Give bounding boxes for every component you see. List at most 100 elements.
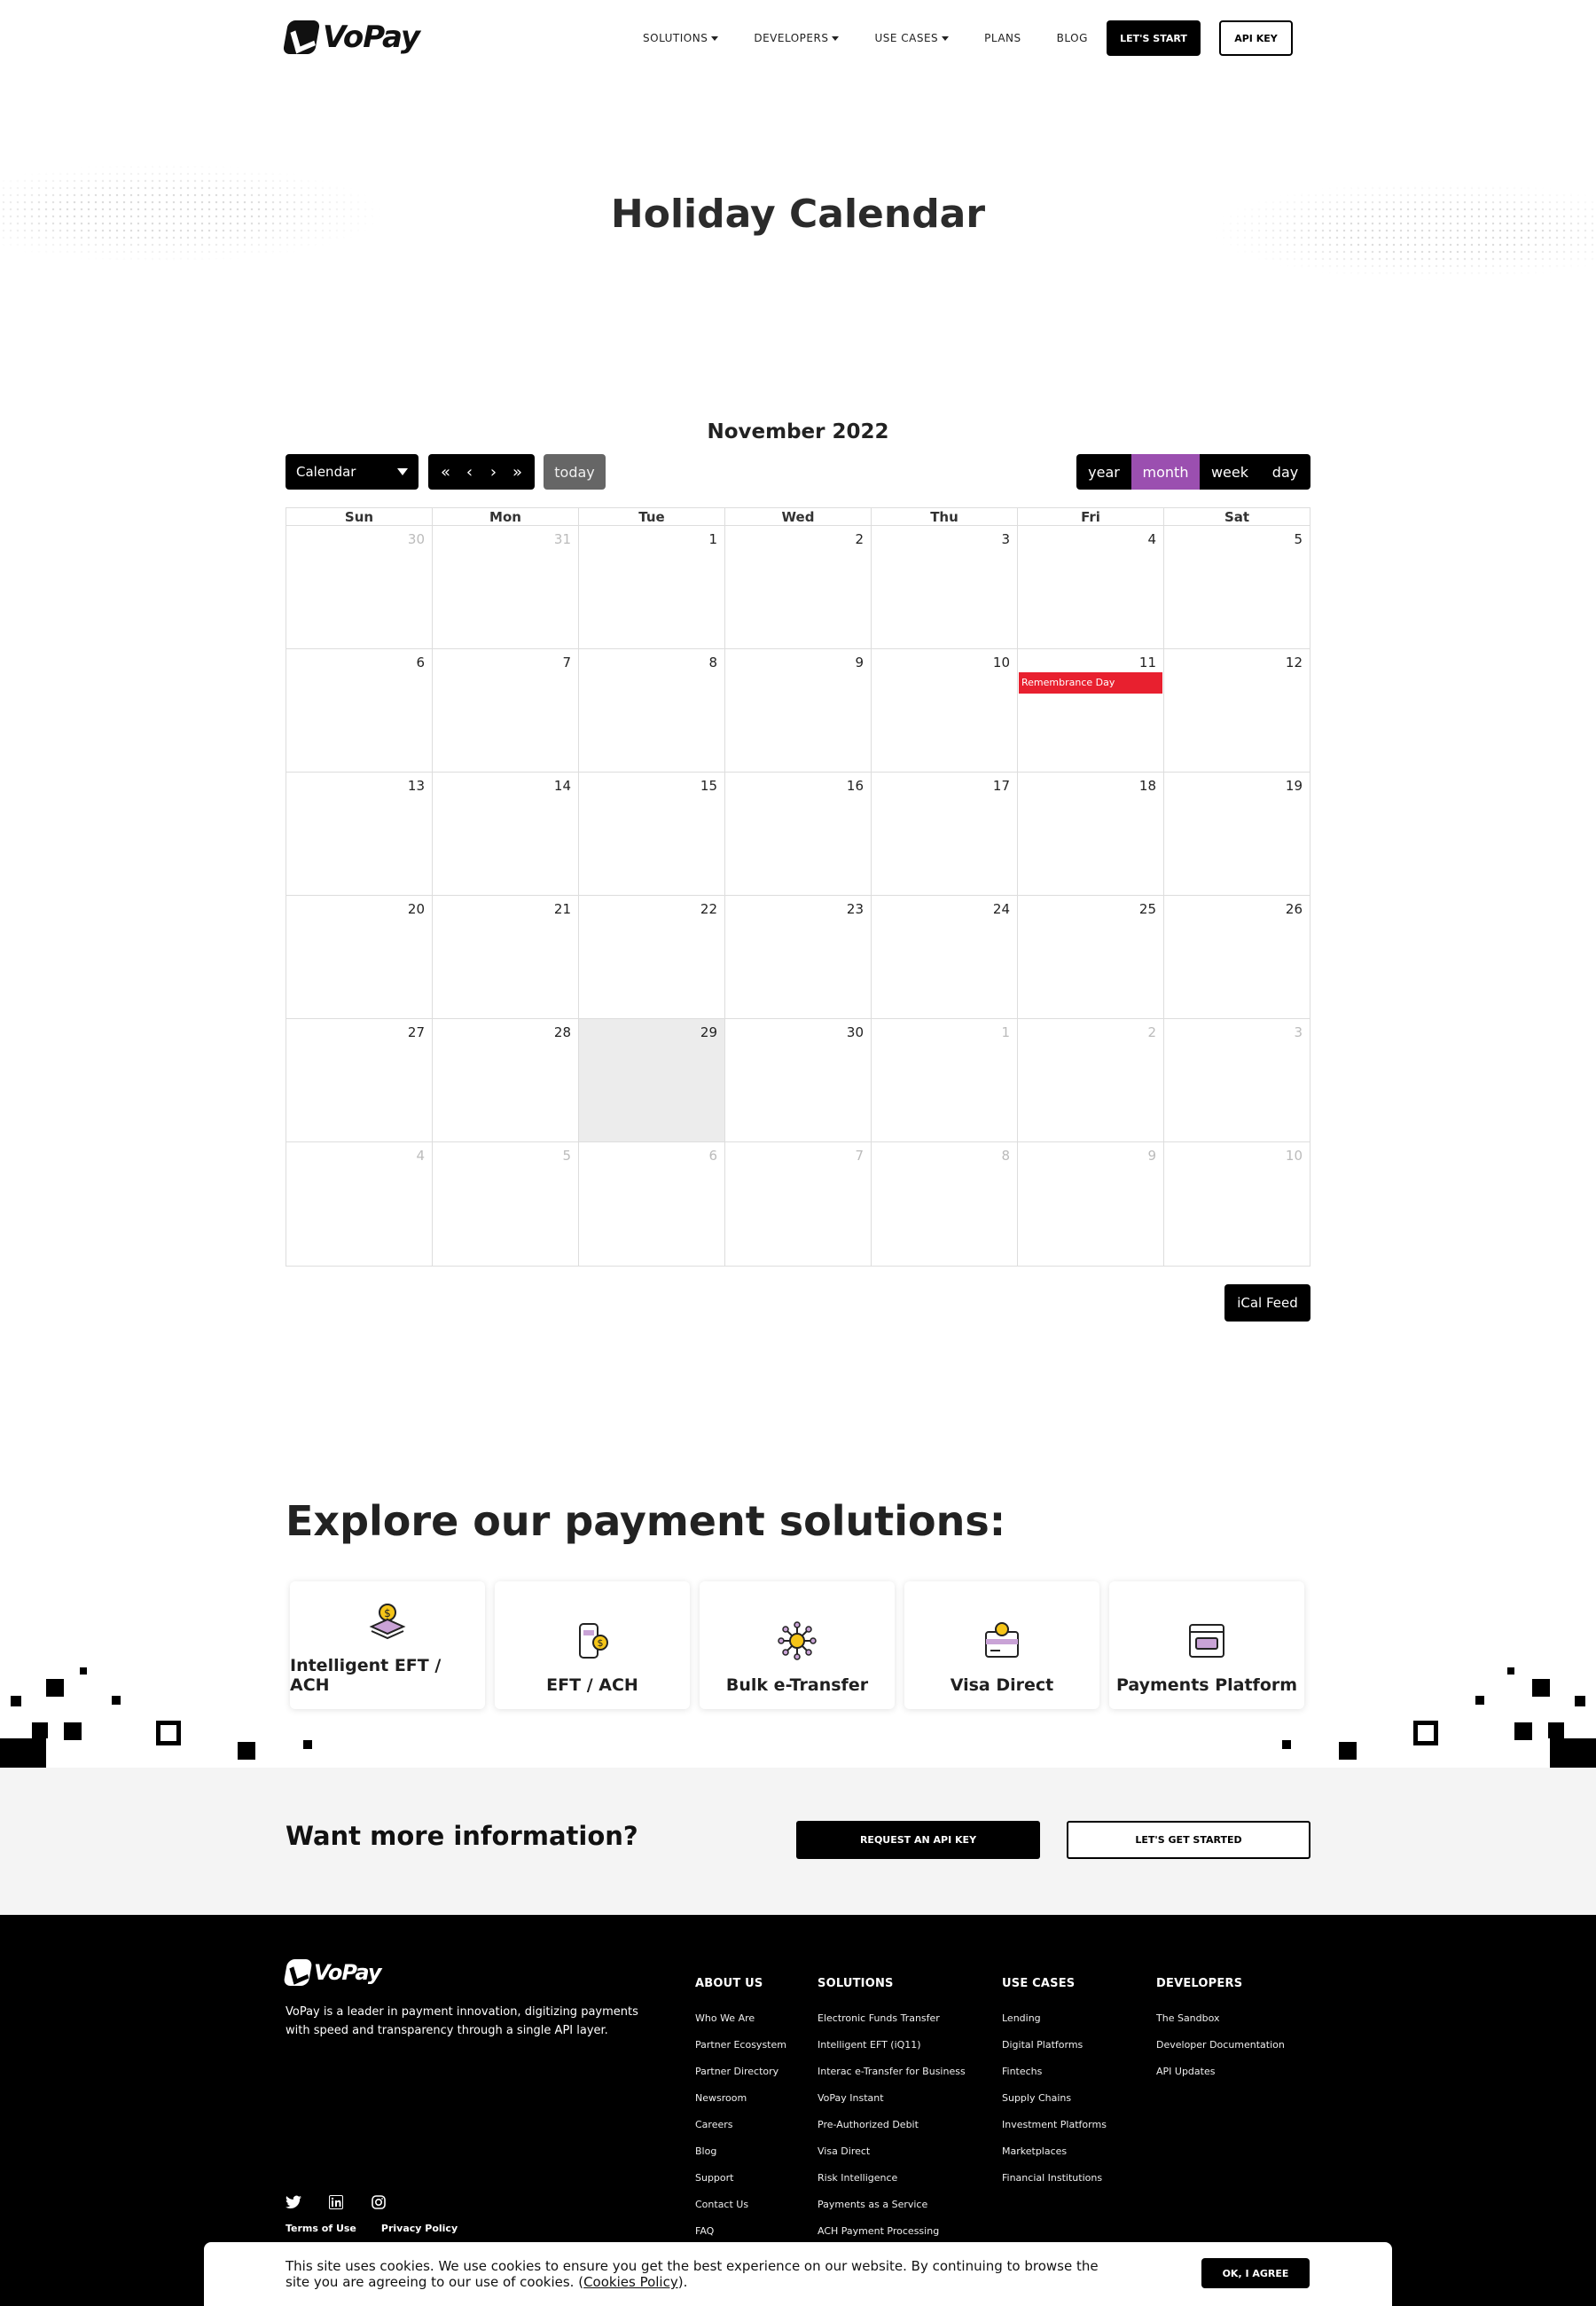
day-cell[interactable]: 6 <box>286 649 433 772</box>
footer-link[interactable]: Visa Direct <box>818 2145 966 2157</box>
day-cell[interactable]: 23 <box>725 896 872 1018</box>
footer-link[interactable]: Partner Directory <box>695 2066 786 2077</box>
view-week-button[interactable]: week <box>1200 454 1260 490</box>
vopay-logo[interactable]: VoPay <box>282 20 420 55</box>
view-month-button[interactable]: month <box>1131 454 1200 490</box>
footer-link[interactable]: Blog <box>695 2145 786 2157</box>
day-cell[interactable]: 11 Remembrance Day <box>1018 649 1164 772</box>
day-cell[interactable]: 26 <box>1164 896 1310 1018</box>
day-cell[interactable]: 5 <box>433 1142 579 1266</box>
lets-start-button[interactable]: LET'S START <box>1107 20 1201 56</box>
footer-logo[interactable]: VoPay <box>283 1959 381 1986</box>
prev-year-icon[interactable]: « <box>434 463 458 482</box>
menu-solutions[interactable]: SOLUTIONS <box>643 32 719 44</box>
footer-link[interactable]: Financial Institutions <box>1002 2172 1107 2184</box>
calendar-select[interactable]: Calendar <box>286 454 419 490</box>
day-cell[interactable]: 14 <box>433 773 579 895</box>
footer-link[interactable]: Partner Ecosystem <box>695 2039 786 2051</box>
day-cell[interactable]: 28 <box>433 1019 579 1141</box>
next-year-icon[interactable]: » <box>506 463 529 482</box>
day-cell[interactable]: 4 <box>286 1142 433 1266</box>
terms-of-use-link[interactable]: Terms of Use <box>286 2223 356 2234</box>
day-cell[interactable]: 9 <box>725 649 872 772</box>
footer-link[interactable]: VoPay Instant <box>818 2092 966 2104</box>
prev-month-icon[interactable]: ‹ <box>458 463 481 482</box>
footer-link[interactable]: Fintechs <box>1002 2066 1107 2077</box>
day-cell[interactable]: 24 <box>872 896 1018 1018</box>
instagram-icon[interactable] <box>371 2194 387 2210</box>
menu-blog[interactable]: BLOG <box>1057 32 1088 44</box>
footer-link[interactable]: Careers <box>695 2119 786 2130</box>
day-cell-today[interactable]: 29 <box>579 1019 725 1141</box>
view-year-button[interactable]: year <box>1076 454 1131 490</box>
day-cell[interactable]: 30 <box>725 1019 872 1141</box>
view-day-button[interactable]: day <box>1260 454 1310 490</box>
day-cell[interactable]: 18 <box>1018 773 1164 895</box>
solution-card[interactable]: Payments Platform <box>1109 1581 1304 1709</box>
day-cell[interactable]: 9 <box>1018 1142 1164 1266</box>
footer-link[interactable]: Electronic Funds Transfer <box>818 2012 966 2024</box>
privacy-policy-link[interactable]: Privacy Policy <box>381 2223 458 2234</box>
footer-link[interactable]: Supply Chains <box>1002 2092 1107 2104</box>
today-button[interactable]: today <box>544 454 606 490</box>
footer-link[interactable]: Who We Are <box>695 2012 786 2024</box>
day-cell[interactable]: 12 <box>1164 649 1310 772</box>
day-cell[interactable]: 8 <box>579 649 725 772</box>
day-cell[interactable]: 30 <box>286 526 433 648</box>
footer-link[interactable]: Digital Platforms <box>1002 2039 1107 2051</box>
day-cell[interactable]: 1 <box>872 1019 1018 1141</box>
day-cell[interactable]: 21 <box>433 896 579 1018</box>
footer-link[interactable]: Intelligent EFT (iQ11) <box>818 2039 966 2051</box>
menu-plans[interactable]: PLANS <box>984 32 1021 44</box>
footer-link[interactable]: Risk Intelligence <box>818 2172 966 2184</box>
menu-use-cases[interactable]: USE CASES <box>874 32 950 44</box>
calendar-event-remembrance-day[interactable]: Remembrance Day <box>1019 672 1162 694</box>
day-cell[interactable]: 27 <box>286 1019 433 1141</box>
ical-feed-button[interactable]: iCal Feed <box>1224 1284 1310 1322</box>
day-cell[interactable]: 22 <box>579 896 725 1018</box>
cookie-accept-button[interactable]: OK, I AGREE <box>1201 2258 1310 2288</box>
day-cell[interactable]: 19 <box>1164 773 1310 895</box>
twitter-icon[interactable] <box>286 2194 301 2210</box>
footer-link[interactable]: Pre-Authorized Debit <box>818 2119 966 2130</box>
day-cell[interactable]: 25 <box>1018 896 1164 1018</box>
day-cell[interactable]: 7 <box>433 649 579 772</box>
solution-card[interactable]: $ EFT / ACH <box>495 1581 690 1709</box>
solution-card[interactable]: Bulk e-Transfer <box>700 1581 895 1709</box>
footer-link[interactable]: Investment Platforms <box>1002 2119 1107 2130</box>
solution-card[interactable]: $ Intelligent EFT / ACH <box>290 1581 485 1709</box>
day-cell[interactable]: 7 <box>725 1142 872 1266</box>
linkedin-icon[interactable] <box>328 2194 344 2210</box>
footer-link[interactable]: Interac e-Transfer for Business <box>818 2066 966 2077</box>
day-cell[interactable]: 10 <box>1164 1142 1310 1266</box>
day-cell[interactable]: 6 <box>579 1142 725 1266</box>
footer-link[interactable]: Payments as a Service <box>818 2199 966 2210</box>
footer-link[interactable]: API Updates <box>1156 2066 1285 2077</box>
day-cell[interactable]: 20 <box>286 896 433 1018</box>
day-cell[interactable]: 3 <box>1164 1019 1310 1141</box>
day-cell[interactable]: 4 <box>1018 526 1164 648</box>
day-cell[interactable]: 1 <box>579 526 725 648</box>
api-key-button[interactable]: API KEY <box>1219 20 1293 56</box>
footer-link[interactable]: Developer Documentation <box>1156 2039 1285 2051</box>
menu-developers[interactable]: DEVELOPERS <box>754 32 840 44</box>
get-started-button[interactable]: LET'S GET STARTED <box>1067 1821 1310 1859</box>
footer-link[interactable]: Marketplaces <box>1002 2145 1107 2157</box>
footer-link[interactable]: ACH Payment Processing <box>818 2225 966 2237</box>
footer-link[interactable]: Contact Us <box>695 2199 786 2210</box>
day-cell[interactable]: 10 <box>872 649 1018 772</box>
request-api-key-button[interactable]: REQUEST AN API KEY <box>796 1821 1040 1859</box>
day-cell[interactable]: 15 <box>579 773 725 895</box>
cookies-policy-link[interactable]: Cookies Policy <box>583 2274 678 2290</box>
day-cell[interactable]: 17 <box>872 773 1018 895</box>
solution-card[interactable]: Visa Direct <box>904 1581 1099 1709</box>
footer-link[interactable]: Lending <box>1002 2012 1107 2024</box>
day-cell[interactable]: 2 <box>1018 1019 1164 1141</box>
day-cell[interactable]: 2 <box>725 526 872 648</box>
day-cell[interactable]: 31 <box>433 526 579 648</box>
footer-link[interactable]: The Sandbox <box>1156 2012 1285 2024</box>
day-cell[interactable]: 5 <box>1164 526 1310 648</box>
footer-link[interactable]: Newsroom <box>695 2092 786 2104</box>
day-cell[interactable]: 8 <box>872 1142 1018 1266</box>
day-cell[interactable]: 13 <box>286 773 433 895</box>
